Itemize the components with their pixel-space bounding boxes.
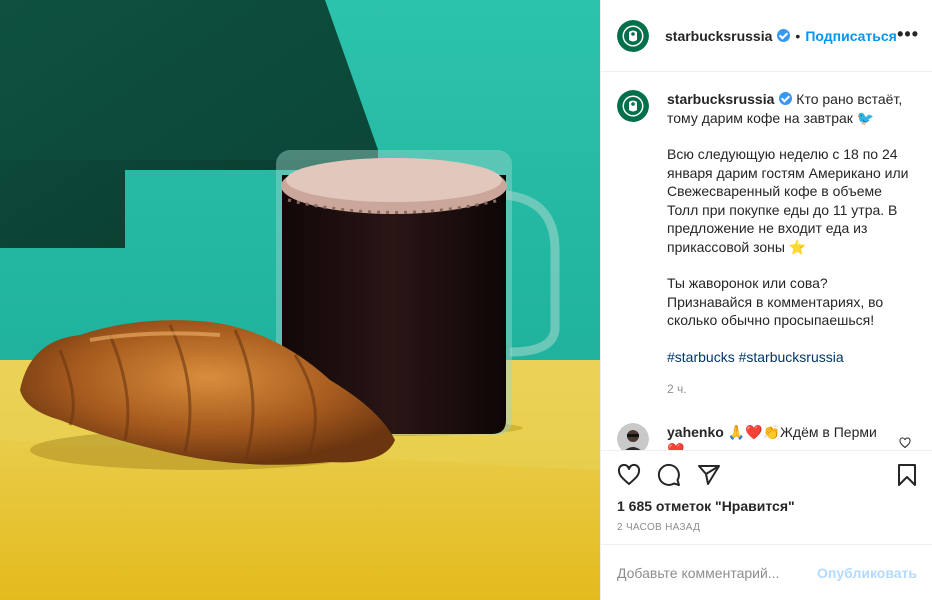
- avatar[interactable]: [617, 90, 649, 122]
- user-photo-icon: [617, 422, 649, 450]
- post-actions: 1 685 отметок "Нравится" 2 ЧАСОВ НАЗАД: [601, 450, 932, 544]
- comment-item: yahenko 🙏❤️👏Ждём в Перми ❤️: [617, 422, 917, 450]
- publish-button[interactable]: Опубликовать: [817, 565, 917, 581]
- post-header: starbucksrussia • Подписаться •••: [601, 0, 932, 72]
- hashtag-link[interactable]: #starbucks: [667, 349, 735, 365]
- coffee-croissant-photo: [0, 0, 600, 600]
- caption-hashtags: #starbucks #starbucksrussia: [667, 348, 912, 367]
- post-timestamp[interactable]: 2 ЧАСОВ НАЗАД: [617, 522, 700, 533]
- heart-icon[interactable]: [617, 463, 641, 487]
- verified-badge-icon: [777, 29, 791, 42]
- likes-count[interactable]: 1 685 отметок "Нравится": [617, 498, 795, 514]
- starbucks-logo-icon: [617, 19, 649, 52]
- comment-input[interactable]: [617, 564, 810, 581]
- starbucks-logo-icon: [617, 90, 649, 122]
- caption-username[interactable]: starbucksrussia: [667, 91, 774, 107]
- verified-badge-icon: [779, 92, 793, 105]
- comment-username[interactable]: yahenko: [667, 424, 724, 440]
- bookmark-icon[interactable]: [895, 463, 919, 487]
- avatar[interactable]: [617, 19, 649, 52]
- separator-dot: •: [795, 27, 801, 44]
- header-username[interactable]: starbucksrussia: [665, 28, 772, 44]
- share-icon[interactable]: [697, 463, 721, 487]
- caption: starbucksrussia Кто рано встаёт, тому да…: [617, 90, 917, 399]
- post-side-panel: starbucksrussia • Подписаться ••• starbu…: [600, 0, 932, 600]
- comment-icon[interactable]: [657, 463, 681, 487]
- hashtag-link[interactable]: #starbucksrussia: [739, 349, 844, 365]
- avatar[interactable]: [617, 422, 649, 450]
- caption-paragraph: Ты жаворонок или сова? Признавайся в ком…: [667, 275, 884, 328]
- post-photo[interactable]: [0, 0, 600, 600]
- comments-area[interactable]: starbucksrussia Кто рано встаёт, тому да…: [601, 72, 932, 450]
- add-comment-bar: Опубликовать: [601, 544, 932, 600]
- follow-button[interactable]: Подписаться: [805, 28, 897, 44]
- caption-paragraph: Всю следующую неделю с 18 по 24 января д…: [667, 146, 909, 255]
- more-icon[interactable]: •••: [897, 24, 919, 45]
- caption-time[interactable]: 2 ч.: [667, 380, 912, 399]
- comment-like-icon[interactable]: [899, 436, 911, 449]
